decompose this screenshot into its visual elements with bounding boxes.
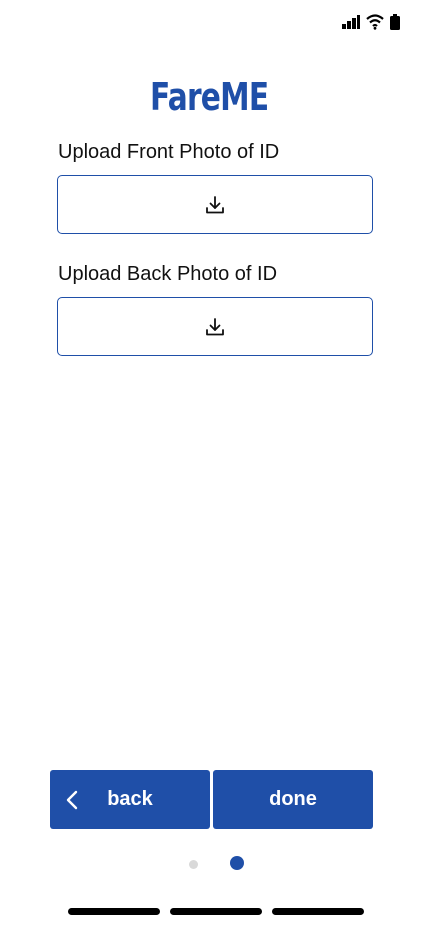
back-id-label: Upload Back Photo of ID <box>58 263 278 285</box>
home-indicator-segment <box>272 908 364 915</box>
pager-dot-1 <box>189 860 198 869</box>
status-bar <box>342 12 400 32</box>
download-icon <box>206 195 224 213</box>
back-id-upload-button[interactable] <box>57 297 373 356</box>
home-indicator-segment <box>68 908 160 915</box>
home-indicator-segment <box>170 908 262 915</box>
back-button[interactable]: back <box>50 770 210 829</box>
id-upload-screen: FareME Upload Front Photo of ID Upload B… <box>0 0 430 932</box>
done-button[interactable]: done <box>213 770 373 829</box>
pager-dot-2-active <box>230 856 244 870</box>
logo-wordmark: FareME <box>150 75 269 119</box>
back-button-label: back <box>107 788 153 810</box>
chevron-left-icon <box>66 790 78 810</box>
cellular-signal-icon <box>342 15 360 29</box>
wifi-icon <box>366 14 384 30</box>
download-icon <box>206 317 224 335</box>
done-button-label: done <box>269 788 317 810</box>
battery-icon <box>390 14 400 30</box>
front-id-upload-button[interactable] <box>57 175 373 234</box>
front-id-label: Upload Front Photo of ID <box>58 141 280 163</box>
fareme-logo: FareME <box>148 72 288 122</box>
